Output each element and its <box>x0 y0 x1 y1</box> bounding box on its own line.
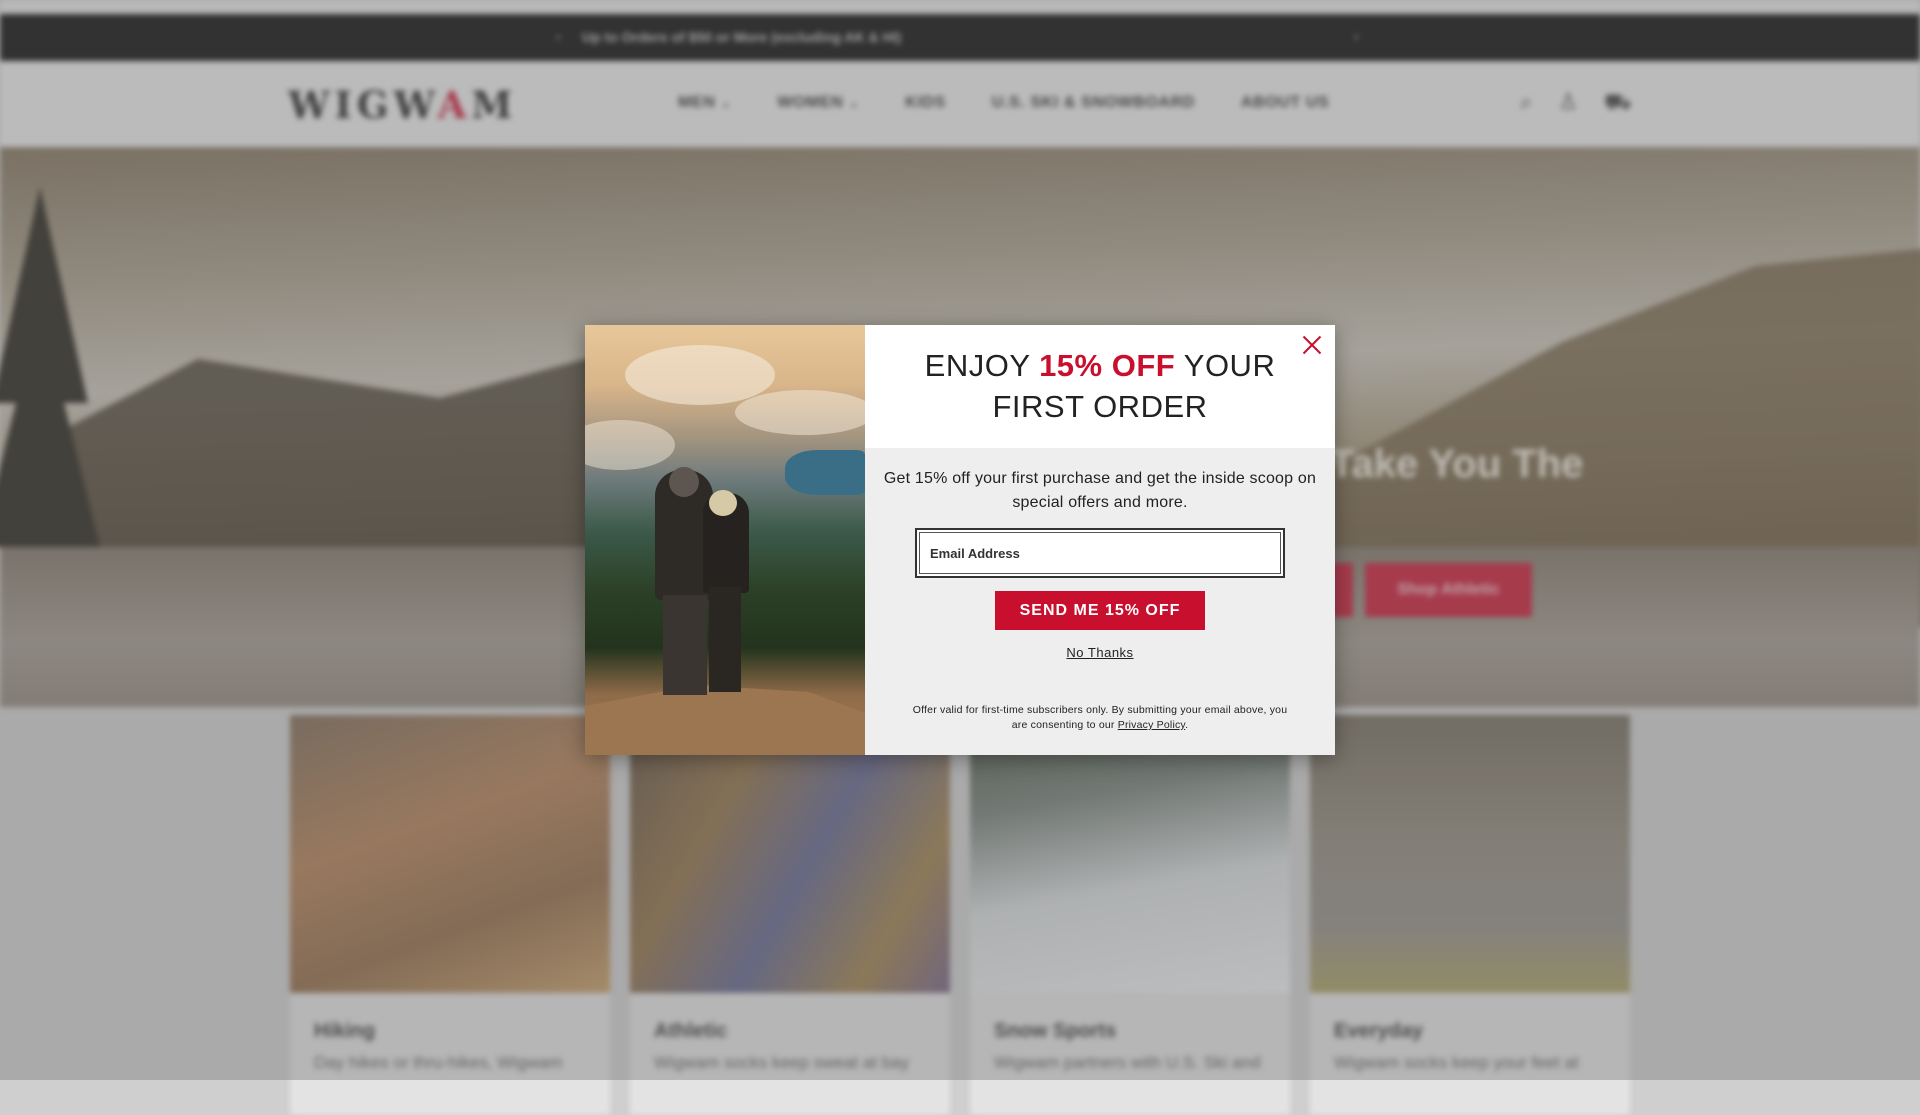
popup-title: ENJOY 15% OFF YOUR FIRST ORDER <box>924 348 1276 424</box>
privacy-policy-link[interactable]: Privacy Policy <box>1118 719 1185 731</box>
email-field-wrapper <box>915 528 1285 578</box>
popup-header: ENJOY 15% OFF YOUR FIRST ORDER <box>865 325 1335 448</box>
image-person-head <box>669 467 699 497</box>
popup-body-text: Get 15% off your first purchase and get … <box>883 470 1317 511</box>
image-cloud <box>625 345 775 405</box>
image-person-legs <box>663 595 707 695</box>
image-person-hat <box>709 490 737 516</box>
email-field[interactable] <box>919 532 1281 574</box>
popup-fine-print: Offer valid for first-time subscribers o… <box>912 704 1288 731</box>
image-cliff <box>585 685 865 755</box>
image-person-right-legs <box>709 587 741 692</box>
popup-content: ENJOY 15% OFF YOUR FIRST ORDER Get 15% o… <box>865 325 1335 755</box>
popup-hero-image <box>585 325 865 755</box>
close-icon[interactable] <box>1300 333 1324 357</box>
no-thanks-link[interactable]: No Thanks <box>865 645 1335 660</box>
image-cloud <box>735 390 865 435</box>
image-cloud <box>585 420 675 470</box>
signup-popup: ENJOY 15% OFF YOUR FIRST ORDER Get 15% o… <box>585 325 1335 755</box>
image-lake <box>785 450 865 495</box>
send-me-15-off-button[interactable]: SEND ME 15% OFF <box>995 591 1205 630</box>
